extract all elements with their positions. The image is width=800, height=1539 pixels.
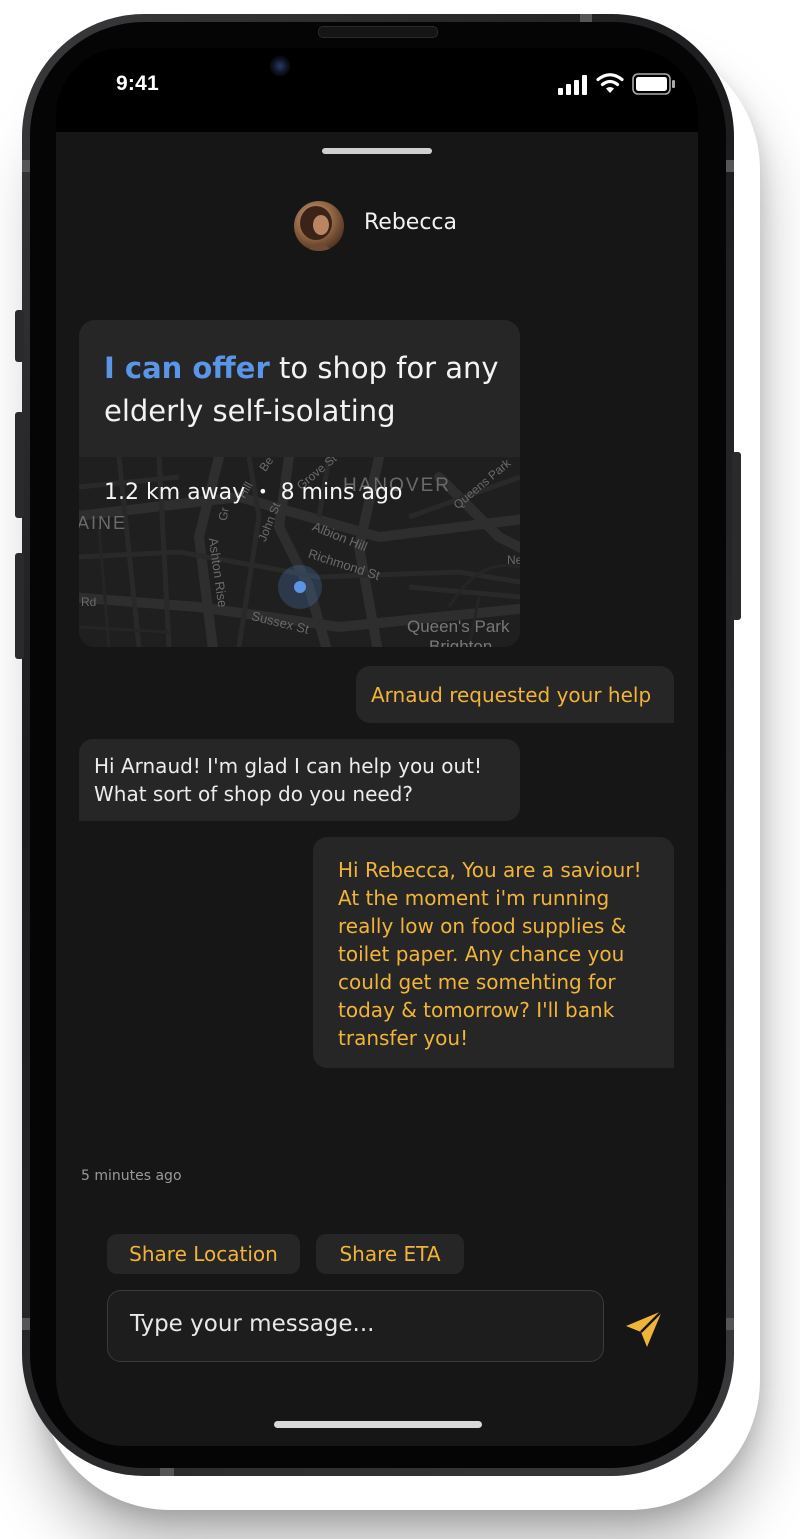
- send-icon[interactable]: [624, 1309, 664, 1349]
- volume-down-button: [15, 553, 24, 659]
- mute-switch: [15, 310, 24, 362]
- message-text: Hi Rebecca, You are a saviour! At the mo…: [338, 858, 642, 1050]
- power-button: [732, 452, 741, 620]
- share-eta-button[interactable]: Share ETA: [316, 1234, 464, 1274]
- sheet-grabber[interactable]: [322, 148, 432, 154]
- message-bubble-outgoing[interactable]: Arnaud requested your help: [356, 666, 674, 723]
- offer-highlight: I can offer: [104, 351, 270, 385]
- battery-icon: [632, 73, 675, 95]
- avatar[interactable]: [294, 201, 344, 251]
- volume-up-button: [15, 412, 24, 518]
- map-label: AINE: [79, 513, 128, 533]
- map-label: Rd: [81, 595, 97, 609]
- antenna-line: [22, 1318, 30, 1330]
- antenna-line: [22, 160, 30, 172]
- antenna-line: [726, 1318, 734, 1330]
- meta-separator: •: [258, 482, 268, 501]
- signal-icon: [558, 75, 587, 95]
- avatar-portrait: [300, 206, 332, 251]
- antenna-line: [160, 1468, 174, 1476]
- map-label: Brighton: [429, 637, 493, 647]
- message-text: Arnaud requested your help: [371, 683, 652, 707]
- message-composer[interactable]: Type your message...: [107, 1290, 604, 1362]
- wifi-icon: [596, 73, 624, 93]
- message-text: Hi Arnaud! I'm glad I can help you out! …: [94, 754, 482, 806]
- status-time: 9:41: [116, 72, 159, 95]
- message-input[interactable]: Type your message...: [130, 1311, 374, 1337]
- antenna-line: [580, 14, 592, 22]
- antenna-line: [726, 160, 734, 172]
- map-label: Ne: [507, 553, 520, 567]
- map-label: Gr: [215, 506, 232, 522]
- earpiece-speaker: [318, 26, 438, 38]
- offer-text: I can offer to shop for any elderly self…: [104, 347, 504, 433]
- message-bubble-outgoing[interactable]: Hi Rebecca, You are a saviour! At the mo…: [313, 837, 674, 1068]
- front-camera: [270, 56, 290, 76]
- distance-text: 1.2 km away: [104, 480, 246, 505]
- posted-time: 8 mins ago: [280, 480, 403, 505]
- home-indicator[interactable]: [274, 1421, 482, 1428]
- map-label: Queen's Park: [407, 617, 510, 636]
- offer-meta: 1.2 km away • 8 mins ago: [104, 480, 402, 505]
- message-bubble-incoming[interactable]: Hi Arnaud! I'm glad I can help you out! …: [79, 739, 520, 821]
- message-timestamp: 5 minutes ago: [81, 1168, 182, 1184]
- contact-name: Rebecca: [364, 210, 458, 235]
- share-location-button[interactable]: Share Location: [107, 1234, 300, 1274]
- offer-card[interactable]: I can offer to shop for any elderly self…: [79, 320, 520, 647]
